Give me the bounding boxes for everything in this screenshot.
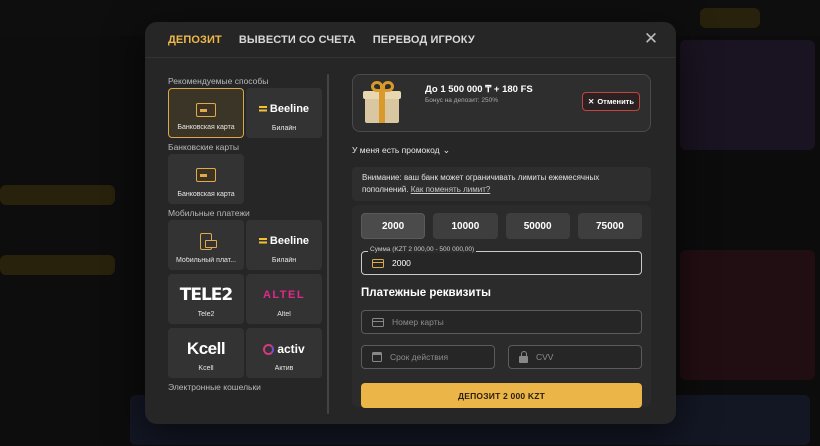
amount-input-label: Сумма (KZT 2 000,00 - 500 000,00): [368, 246, 477, 253]
bank-card-icon: [196, 168, 216, 182]
method-bank-card-recommended[interactable]: Банковская карта: [168, 88, 244, 138]
method-kcell[interactable]: Kcell Kcell: [168, 328, 244, 378]
bank-card-icon: [196, 103, 216, 117]
card-icon: [372, 317, 384, 327]
tab-withdraw[interactable]: ВЫВЕСТИ СО СЧЕТА: [239, 34, 356, 46]
wallet-icon: [372, 258, 384, 268]
activ-logo: activ: [263, 342, 305, 356]
method-mobile-payment[interactable]: Мобильный плат...: [168, 220, 244, 270]
method-label: Мобильный плат...: [175, 257, 237, 264]
bonus-title: До 1 500 000 ₸ + 180 FS: [425, 84, 533, 95]
cancel-bonus-button[interactable]: ✕ Отменить: [582, 92, 640, 111]
close-icon: ✕: [588, 97, 595, 106]
lock-icon: [519, 350, 528, 363]
tele2-logo: TELE2: [179, 285, 233, 305]
method-label: Билайн: [271, 257, 297, 264]
bank-limit-warning: Внимание: ваш банк может ограничивать ли…: [352, 167, 651, 201]
amount-presets: 2000 10000 50000 75000: [361, 213, 643, 239]
beeline-logo: Beeline: [258, 103, 309, 115]
cvv-placeholder: CVV: [536, 352, 554, 362]
promo-label: У меня есть промокод: [352, 145, 440, 155]
method-label: Kcell: [198, 365, 214, 372]
requisites-title: Платежные реквизиты: [361, 287, 491, 299]
method-altel[interactable]: ALTEL Altel: [246, 274, 322, 324]
methods-scrollbar[interactable]: [327, 74, 329, 414]
section-title-wallets: Электронные кошельки: [168, 382, 261, 392]
expiry-input[interactable]: Срок действия: [361, 345, 495, 369]
amount-input[interactable]: Сумма (KZT 2 000,00 - 500 000,00) 2000: [361, 246, 642, 275]
beeline-logo: Beeline: [258, 235, 309, 247]
deposit-form: 2000 10000 50000 75000 Сумма (KZT 2 000,…: [352, 205, 651, 408]
method-label: Актив: [274, 365, 294, 372]
section-title-bank-cards: Банковские карты: [168, 142, 239, 152]
card-number-input[interactable]: Номер карты: [361, 310, 642, 334]
close-icon[interactable]: ✕: [643, 30, 659, 47]
method-bank-card[interactable]: Банковская карта: [168, 154, 244, 204]
change-limit-link[interactable]: Как поменять лимит?: [411, 185, 491, 194]
card-number-placeholder: Номер карты: [392, 317, 444, 327]
cancel-label: Отменить: [597, 97, 634, 106]
expiry-placeholder: Срок действия: [390, 352, 449, 362]
method-label: Altel: [277, 311, 291, 318]
kcell-logo: Kcell: [186, 339, 226, 358]
method-label: Банковская карта: [177, 124, 235, 131]
gift-icon: [363, 79, 401, 123]
method-label: Билайн: [271, 125, 297, 132]
bonus-banner: До 1 500 000 ₸ + 180 FS Бонус на депозит…: [352, 74, 651, 132]
method-label: Банковская карта: [177, 191, 235, 198]
amount-preset-10000[interactable]: 10000: [433, 213, 498, 239]
method-beeline[interactable]: Beeline Билайн: [246, 220, 322, 270]
promo-code-toggle[interactable]: У меня есть промокод ⌄: [352, 144, 651, 156]
deposit-modal: ДЕПОЗИТ ВЫВЕСТИ СО СЧЕТА ПЕРЕВОД ИГРОКУ …: [145, 22, 676, 424]
amount-preset-50000[interactable]: 50000: [505, 213, 570, 239]
cvv-input[interactable]: CVV: [508, 345, 642, 369]
deposit-button[interactable]: ДЕПОЗИТ 2 000 KZT: [361, 383, 642, 408]
amount-preset-75000[interactable]: 75000: [577, 213, 643, 239]
chevron-down-icon: ⌄: [442, 144, 451, 155]
bonus-subtitle: Бонус на депозит: 250%: [425, 97, 499, 104]
payment-methods-list[interactable]: Рекомендуемые способы Банковская карта B…: [168, 74, 324, 424]
mobile-payment-icon: [200, 232, 217, 250]
altel-logo: ALTEL: [262, 289, 306, 301]
method-tele2[interactable]: TELE2 Tele2: [168, 274, 244, 324]
method-label: Tele2: [197, 311, 215, 318]
tab-deposit[interactable]: ДЕПОЗИТ: [168, 34, 222, 46]
modal-tabs: ДЕПОЗИТ ВЫВЕСТИ СО СЧЕТА ПЕРЕВОД ИГРОКУ …: [145, 22, 676, 58]
deposit-panel: До 1 500 000 ₸ + 180 FS Бонус на депозит…: [352, 74, 651, 408]
tab-transfer[interactable]: ПЕРЕВОД ИГРОКУ: [373, 34, 475, 46]
method-activ[interactable]: activ Актив: [246, 328, 322, 378]
section-title-mobile: Мобильные платежи: [168, 208, 250, 218]
method-beeline-recommended[interactable]: Beeline Билайн: [246, 88, 322, 138]
section-title-recommended: Рекомендуемые способы: [168, 76, 269, 86]
calendar-icon: [372, 352, 382, 362]
amount-preset-2000[interactable]: 2000: [361, 213, 426, 239]
amount-value: 2000: [392, 258, 411, 268]
